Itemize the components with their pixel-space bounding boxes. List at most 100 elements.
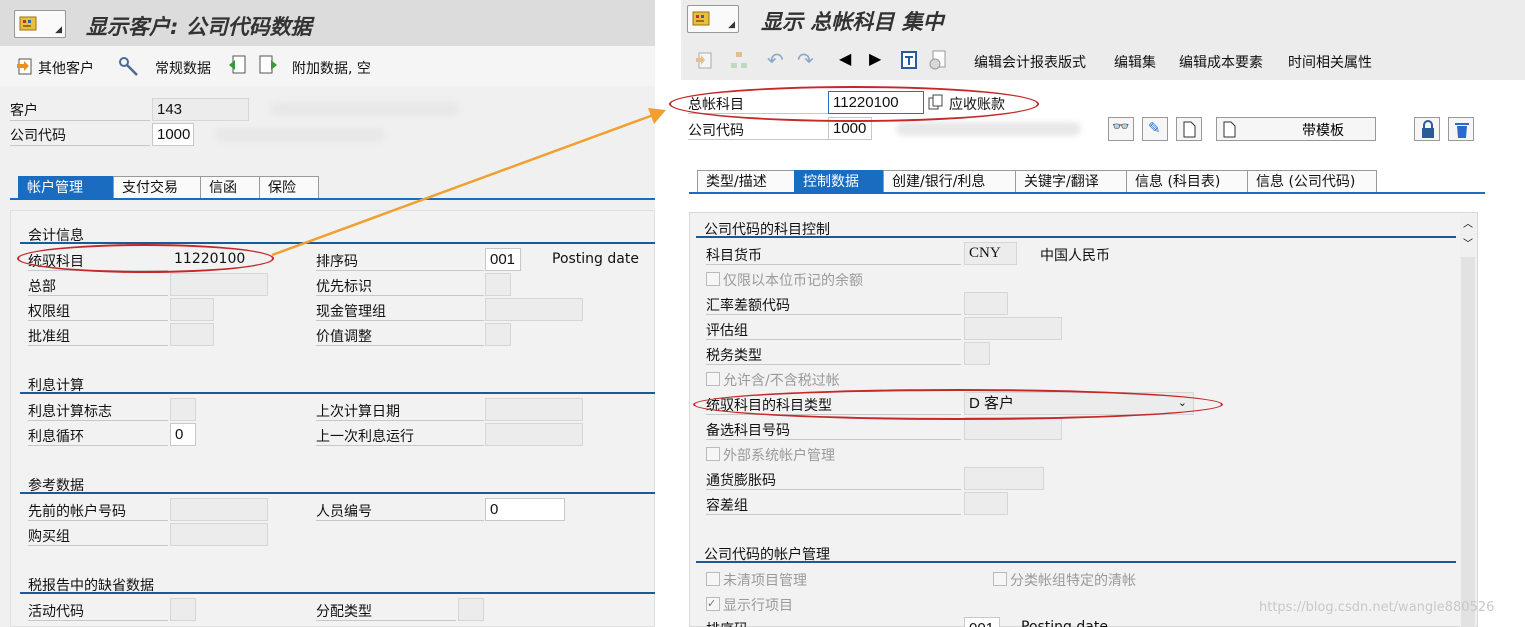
distribution-type-field[interactable] xyxy=(458,598,484,621)
with-template-button[interactable]: 带模板 xyxy=(1216,117,1376,141)
last-interest-run-field[interactable] xyxy=(485,423,583,446)
priority-indicator-field[interactable] xyxy=(485,273,511,296)
open-item-management-checkbox[interactable] xyxy=(706,572,720,586)
field-underline xyxy=(706,264,961,265)
sort-key-field[interactable]: 001 xyxy=(964,617,1000,627)
value-adjustment-field[interactable] xyxy=(485,323,511,346)
application-toolbar: ↶ ↷ ◀ ▶ 编辑会计报表版式 编辑集 编辑成本要素 时间相关属性 xyxy=(681,40,1525,80)
post-without-tax-checkbox[interactable] xyxy=(706,372,720,386)
where-used-icon[interactable] xyxy=(900,49,920,71)
settings-icon[interactable] xyxy=(927,49,949,71)
tab-control-data[interactable]: 控制数据 xyxy=(794,170,884,194)
hierarchy-icon[interactable] xyxy=(729,50,749,70)
interest-indicator-field[interactable] xyxy=(170,398,196,421)
sort-key-description: Posting date xyxy=(1021,619,1108,627)
other-customer-button[interactable]: 其他客户 xyxy=(38,58,94,78)
edit-set-button[interactable]: 编辑集 xyxy=(1114,52,1156,72)
previous-icon[interactable]: ◀ xyxy=(839,49,851,68)
ledger-clearing-checkbox[interactable] xyxy=(993,572,1007,586)
scroll-thumb[interactable] xyxy=(1461,257,1475,627)
exchange-rate-key-field[interactable] xyxy=(964,292,1008,315)
tab-payment-transactions[interactable]: 支付交易 xyxy=(113,176,201,200)
scroll-up-icon[interactable]: ︿ xyxy=(1463,215,1473,230)
edit-cost-element-button[interactable]: 编辑成本要素 xyxy=(1179,52,1263,72)
personnel-number-field[interactable]: 0 xyxy=(485,498,565,521)
application-toolbar: 其他客户 常规数据 附加数据, 空 xyxy=(0,46,655,86)
company-code-label: 公司代码 xyxy=(688,123,744,139)
sap-menu-icon xyxy=(19,16,37,31)
local-currency-only-checkbox[interactable] xyxy=(706,272,720,286)
cash-management-group-field[interactable] xyxy=(485,298,583,321)
field-underline xyxy=(706,364,961,365)
tab-type-description[interactable]: 类型/描述 xyxy=(697,170,795,194)
customer-field[interactable]: 143 xyxy=(152,98,249,121)
local-currency-only-label: 仅限以本位币记的余额 xyxy=(723,273,863,289)
field-underline xyxy=(706,489,961,490)
next-page-icon[interactable] xyxy=(258,54,278,76)
general-data-icon[interactable] xyxy=(118,56,140,76)
buying-group-field[interactable] xyxy=(170,523,268,546)
previous-account-field[interactable] xyxy=(170,498,268,521)
tab-strip: 类型/描述 控制数据 创建/银行/利息 关键字/翻译 信息 (科目表) 信息 (… xyxy=(697,170,1377,194)
head-office-field[interactable] xyxy=(170,273,268,296)
authorization-group-label: 权限组 xyxy=(28,304,70,320)
create-button[interactable] xyxy=(1176,117,1202,141)
next-icon[interactable]: ▶ xyxy=(869,49,881,68)
system-menu-button[interactable]: ◢ xyxy=(687,5,739,33)
release-group-field[interactable] xyxy=(170,323,214,346)
buying-group-label: 购买组 xyxy=(28,529,70,545)
field-underline xyxy=(28,345,168,346)
company-code-field[interactable]: 1000 xyxy=(152,123,194,146)
tab-info-chart-of-accounts[interactable]: 信息 (科目表) xyxy=(1126,170,1248,194)
other-customer-icon[interactable] xyxy=(16,56,36,76)
field-underline xyxy=(706,514,961,515)
ledger-clearing-label: 分类帐组特定的清帐 xyxy=(1010,573,1136,589)
field-underline xyxy=(28,620,168,621)
general-data-button[interactable]: 常规数据 xyxy=(155,58,211,78)
redo-icon[interactable]: ↷ xyxy=(797,48,814,72)
delete-button[interactable] xyxy=(1448,117,1474,141)
tolerance-group-field[interactable] xyxy=(964,492,1008,515)
page-title: 显示客户: 公司代码数据 xyxy=(86,15,312,39)
authorization-group-field[interactable] xyxy=(170,298,214,321)
undo-icon[interactable]: ↶ xyxy=(767,48,784,72)
system-menu-button[interactable]: ◢ xyxy=(14,10,66,38)
field-underline xyxy=(28,545,168,546)
alternative-account-field[interactable] xyxy=(964,417,1062,440)
tax-category-label: 税务类型 xyxy=(706,348,762,364)
previous-page-icon[interactable] xyxy=(228,54,248,76)
tolerance-group-label: 容差组 xyxy=(706,498,748,514)
vertical-scrollbar[interactable]: ︿ ﹀ xyxy=(1460,215,1476,627)
edit-fs-version-button[interactable]: 编辑会计报表版式 xyxy=(974,52,1086,72)
inflation-key-field[interactable] xyxy=(964,467,1044,490)
valuation-group-label: 评估组 xyxy=(706,323,748,339)
tab-info-company-code[interactable]: 信息 (公司代码) xyxy=(1247,170,1377,194)
tab-correspondence[interactable]: 信函 xyxy=(200,176,260,200)
tab-account-management[interactable]: 帐户管理 xyxy=(18,176,114,200)
lock-button[interactable] xyxy=(1414,117,1440,141)
display-change-icon[interactable] xyxy=(695,50,715,70)
tab-keyword-translation[interactable]: 关键字/翻译 xyxy=(1015,170,1127,194)
edit-button[interactable]: ✎ xyxy=(1142,117,1168,141)
activity-code-field[interactable] xyxy=(170,598,196,621)
priority-indicator-label: 优先标识 xyxy=(316,279,372,295)
scroll-down-icon[interactable]: ﹀ xyxy=(1463,235,1473,250)
dropdown-icon: ◢ xyxy=(728,20,735,30)
line-items-checkbox[interactable]: ✓ xyxy=(706,597,720,611)
field-underline xyxy=(706,314,961,315)
glasses-button[interactable]: 👓 xyxy=(1108,117,1134,141)
tax-category-field[interactable] xyxy=(964,342,990,365)
valuation-group-field[interactable] xyxy=(964,317,1062,340)
dropdown-icon: ◢ xyxy=(55,25,62,35)
account-currency-field[interactable]: CNY xyxy=(964,242,1017,265)
external-system-checkbox[interactable] xyxy=(706,447,720,461)
time-dependent-attributes-button[interactable]: 时间相关属性 xyxy=(1288,52,1372,72)
cash-management-group-label: 现金管理组 xyxy=(316,304,386,320)
tab-create-bank-interest[interactable]: 创建/银行/利息 xyxy=(883,170,1016,194)
additional-data-button[interactable]: 附加数据, 空 xyxy=(292,58,371,78)
last-calc-date-field[interactable] xyxy=(485,398,583,421)
interest-cycle-field[interactable]: 0 xyxy=(170,423,196,446)
external-system-label: 外部系统帐户管理 xyxy=(723,448,835,464)
last-interest-run-label: 上一次利息运行 xyxy=(316,429,414,445)
title-bar: ◢ 显示 总帐科目 集中 xyxy=(681,0,1525,40)
